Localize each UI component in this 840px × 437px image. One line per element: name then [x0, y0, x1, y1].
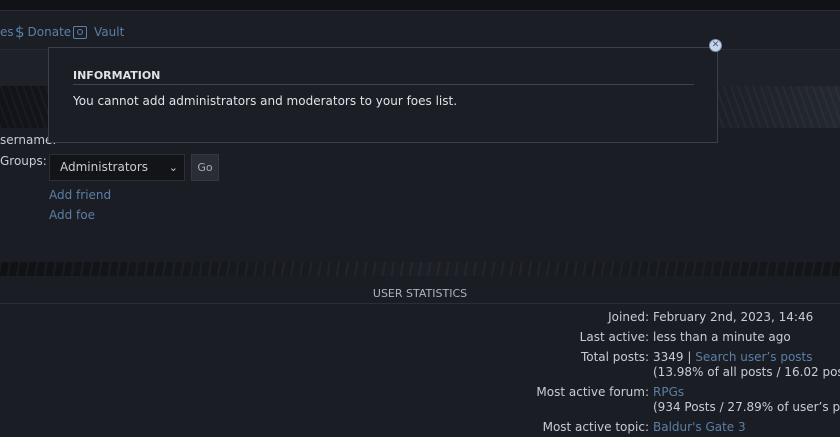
username-label: sername: [0, 133, 57, 147]
total-posts-label: Total posts: [580, 350, 649, 364]
total-posts-count: 3349 [653, 350, 684, 364]
dialog-message: You cannot add administrators and modera… [73, 94, 458, 108]
most-active-forum-detail: (934 Posts / 27.89% of user’s posts) [653, 400, 840, 414]
total-posts-separator: | [687, 350, 692, 364]
groups-select[interactable]: Administrators ⌄ [49, 154, 185, 181]
dollar-icon: $ [15, 23, 25, 41]
groups-label: Groups: [0, 154, 47, 168]
add-friend-link[interactable]: Add friend [49, 188, 111, 202]
information-dialog: INFORMATION You cannot add administrator… [48, 47, 718, 143]
joined-label: Joined: [608, 310, 649, 324]
total-posts-detail: (13.98% of all posts / 16.02 posts per [653, 365, 840, 379]
go-button[interactable]: Go [191, 154, 219, 181]
stats-heading: USER STATISTICS [0, 283, 840, 304]
most-active-forum-link[interactable]: RPGs [653, 385, 684, 399]
nav-item-label: es [0, 25, 14, 39]
groups-select-value: Administrators [60, 160, 149, 174]
nav-item-vault[interactable]: Vault [73, 25, 124, 39]
chevron-down-icon: ⌄ [168, 161, 178, 174]
total-posts-value: 3349 | Search user’s posts [653, 350, 813, 364]
joined-value: February 2nd, 2023, 14:46 [653, 310, 814, 324]
add-foe-link[interactable]: Add foe [49, 208, 95, 222]
last-active-label: Last active: [579, 330, 649, 344]
nav-item-label: Donate [27, 25, 72, 39]
close-icon[interactable]: ✕ [709, 39, 722, 52]
dialog-divider [73, 84, 694, 85]
vault-icon [73, 25, 87, 39]
dialog-title: INFORMATION [73, 69, 161, 82]
nav-item-donate[interactable]: $ Donate [15, 23, 72, 41]
most-active-forum-label: Most active forum: [536, 385, 649, 399]
stats-heading-text: USER STATISTICS [372, 287, 468, 300]
most-active-topic-label: Most active topic: [542, 420, 649, 434]
top-strip [0, 0, 840, 11]
search-user-posts-link[interactable]: Search user’s posts [695, 350, 812, 364]
last-active-value: less than a minute ago [653, 330, 791, 344]
profile-panel [0, 128, 840, 262]
nav-item-truncated[interactable]: es [0, 25, 14, 39]
most-active-topic-link[interactable]: Baldur's Gate 3 [653, 420, 746, 434]
nav-item-label: Vault [94, 25, 125, 39]
section-divider-banner [0, 262, 840, 276]
